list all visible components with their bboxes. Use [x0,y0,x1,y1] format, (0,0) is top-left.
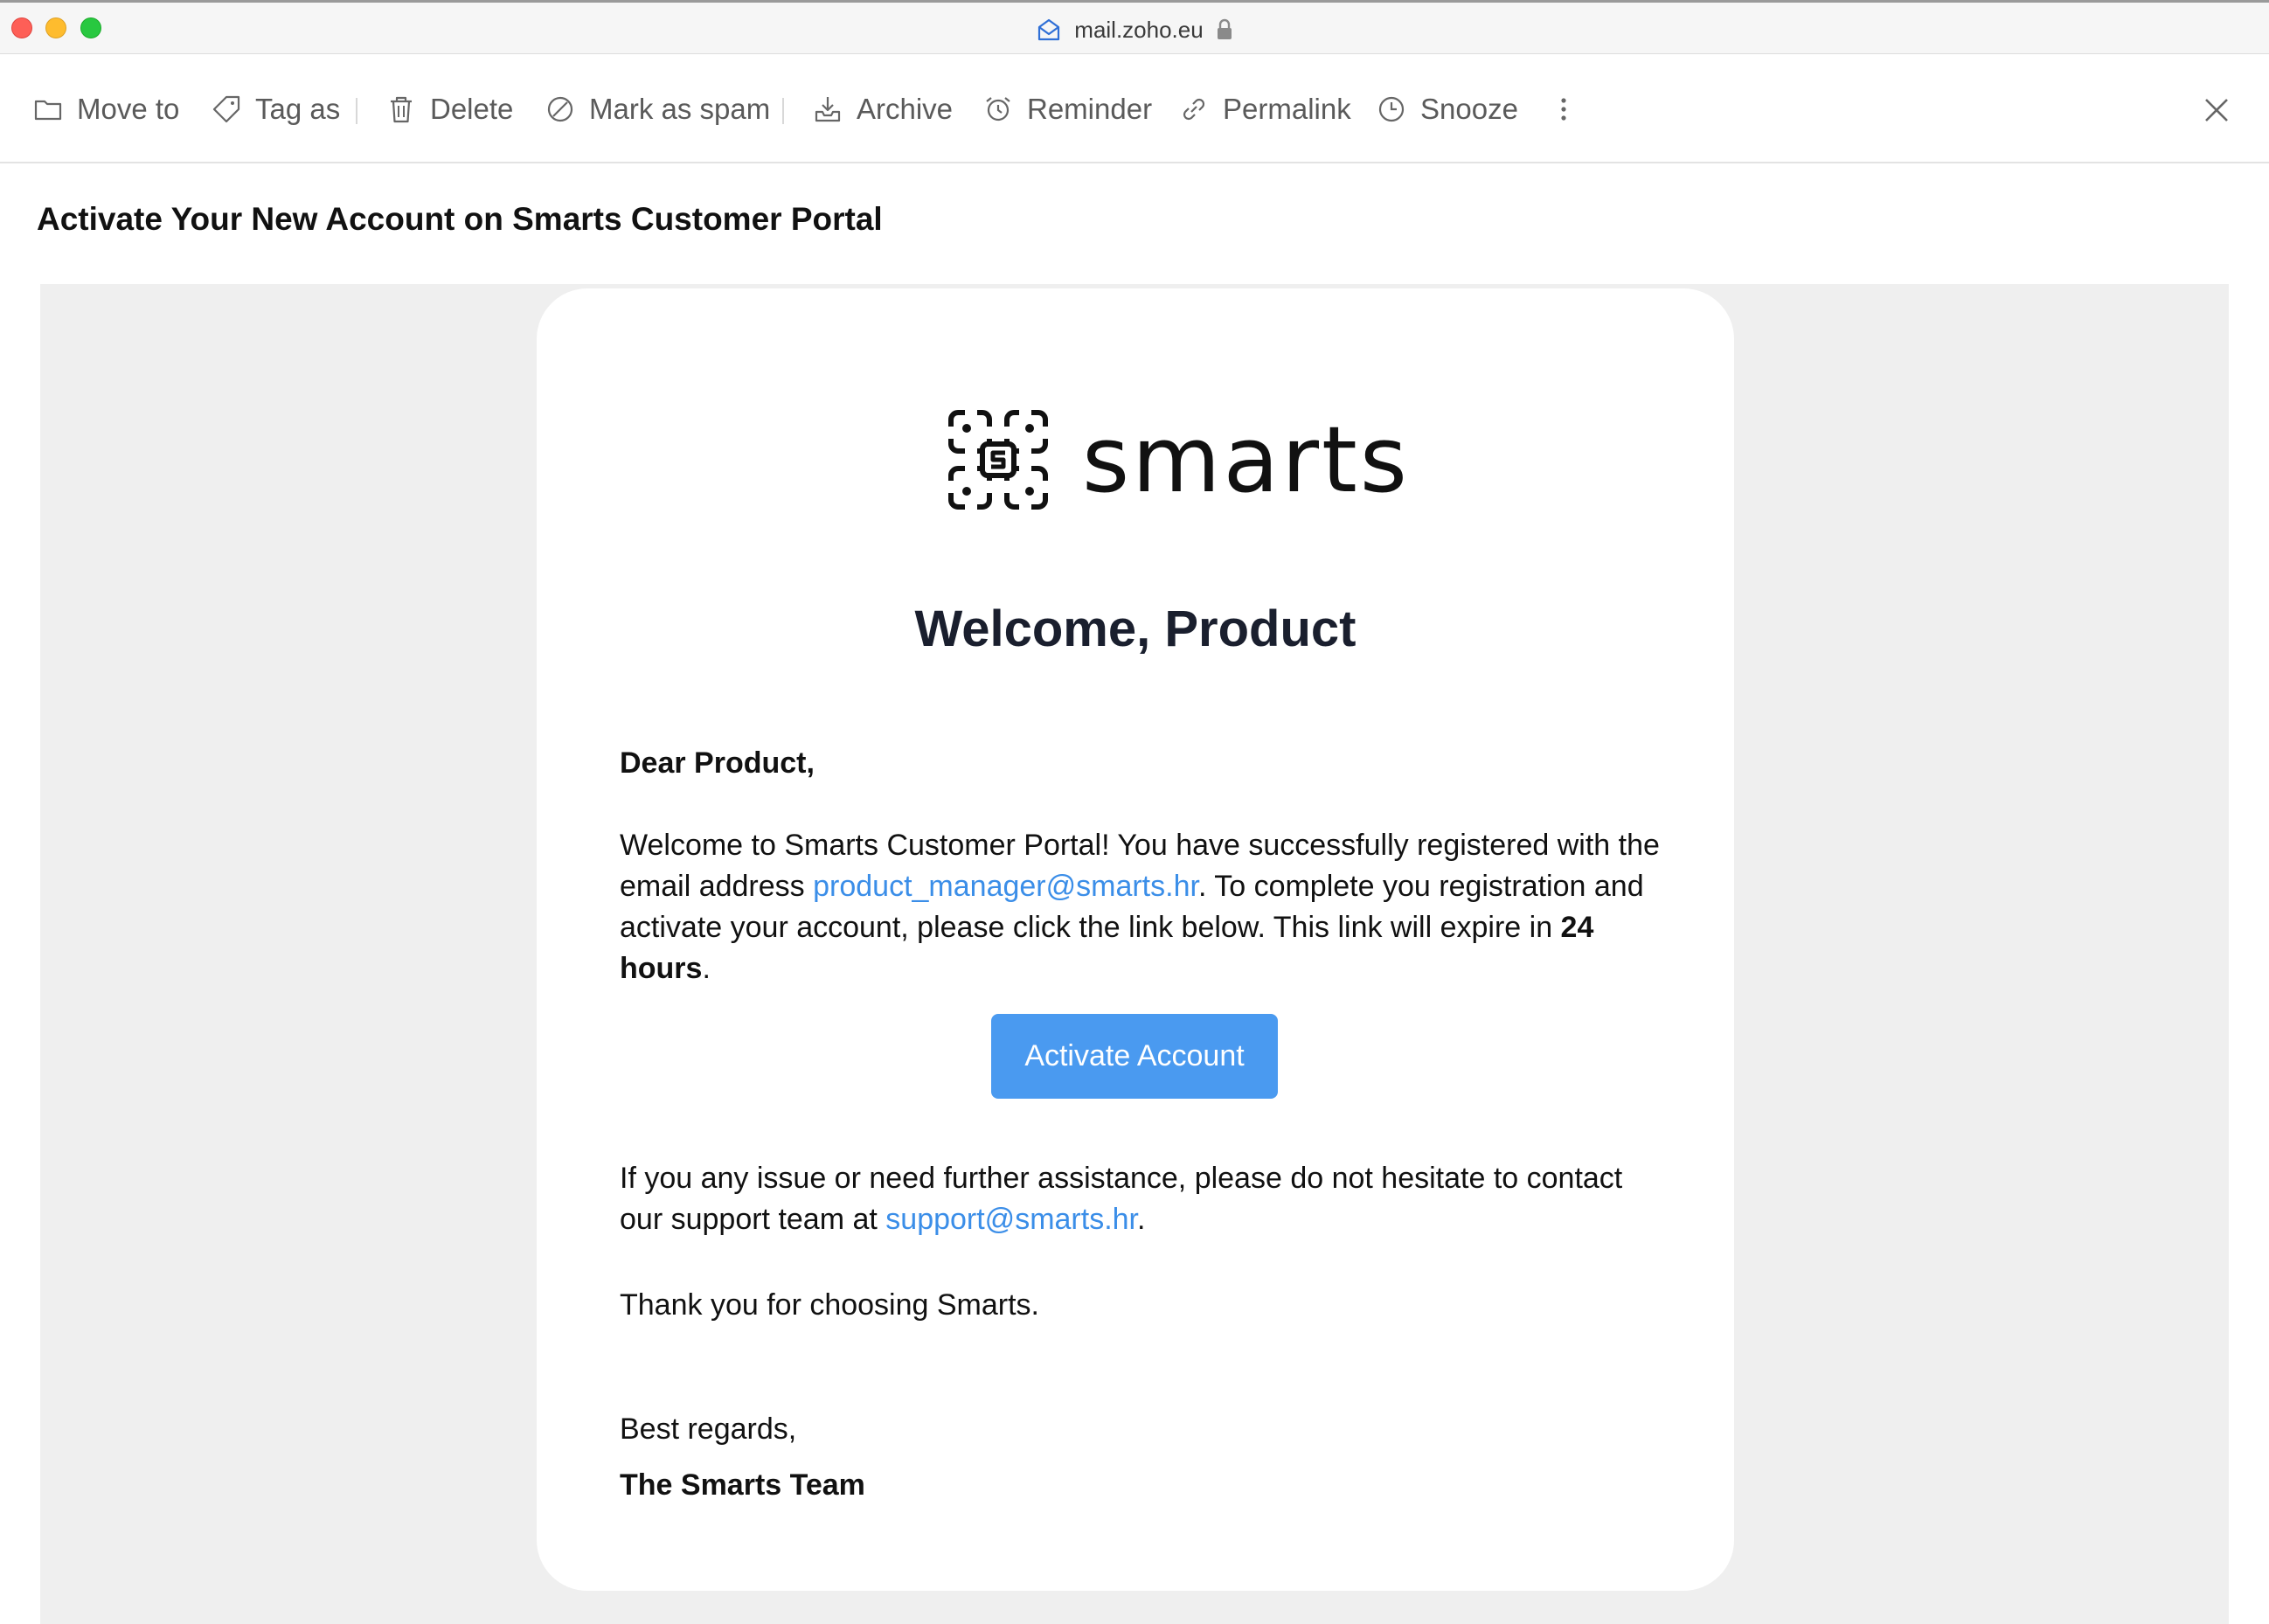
permalink-label: Permalink [1223,93,1351,125]
closing-line: Best regards, [620,1412,797,1446]
email-subject: Activate Your New Account on Smarts Cust… [37,201,883,237]
thanks-line: Thank you for choosing Smarts. [620,1288,1040,1322]
support-text-end: . [1137,1203,1146,1236]
support-email-link[interactable]: support@smarts.hr [885,1203,1137,1236]
tag-as-button[interactable]: Tag as [212,87,340,131]
support-paragraph: If you any issue or need further assista… [620,1158,1669,1240]
mark-as-spam-button[interactable]: Mark as spam [545,87,770,131]
mail-envelope-icon [1038,18,1060,41]
move-to-label: Move to [77,93,180,125]
reminder-label: Reminder [1027,93,1153,125]
greeting: Dear Product, [620,746,815,780]
more-options-button[interactable] [1549,87,1579,131]
signature: The Smarts Team [620,1468,865,1502]
welcome-heading: Welcome, Product [914,600,1357,657]
move-to-button[interactable]: Move to [33,87,179,131]
activate-account-button[interactable]: Activate Account [991,1014,1278,1099]
archive-label: Archive [857,93,954,125]
mark-as-spam-label: Mark as spam [589,93,771,125]
close-icon[interactable] [2201,94,2232,126]
archive-button[interactable]: Archive [813,87,953,131]
url-text: mail.zoho.eu [1074,16,1204,43]
block-icon [547,96,573,122]
address-bar[interactable]: mail.zoho.eu [0,15,2269,45]
folder-icon [34,100,62,121]
delete-label: Delete [430,93,514,125]
lock-icon [1217,18,1232,39]
intro-text-end: . [702,952,711,985]
brand-wordmark: smarts [1082,406,1410,513]
toolbar-divider [356,98,357,124]
trash-icon [391,96,412,123]
smarts-logo-icon [947,409,1049,510]
tag-icon [212,95,240,123]
intro-paragraph: Welcome to Smarts Customer Portal! You h… [620,825,1669,989]
more-vertical-icon [1561,98,1566,121]
registered-email-link[interactable]: product_manager@smarts.hr [813,870,1198,903]
email-card: smarts Welcome, Product Dear Product, We… [537,288,1734,1591]
snooze-button[interactable]: Snooze [1377,87,1518,131]
reminder-button[interactable]: Reminder [983,87,1152,131]
alarm-clock-icon [986,97,1010,121]
mail-toolbar: Move to Tag as Delete Mark as spam Archi… [0,54,2269,163]
link-icon [1183,98,1205,121]
browser-titlebar: mail.zoho.eu [0,0,2269,54]
snooze-label: Snooze [1420,93,1518,125]
brand-logo: smarts [947,409,1410,510]
delete-button[interactable]: Delete [386,87,513,131]
tag-as-label: Tag as [255,93,341,125]
permalink-button[interactable]: Permalink [1179,87,1351,131]
clock-icon [1378,96,1405,122]
archive-icon [815,97,841,122]
toolbar-divider [782,98,784,124]
